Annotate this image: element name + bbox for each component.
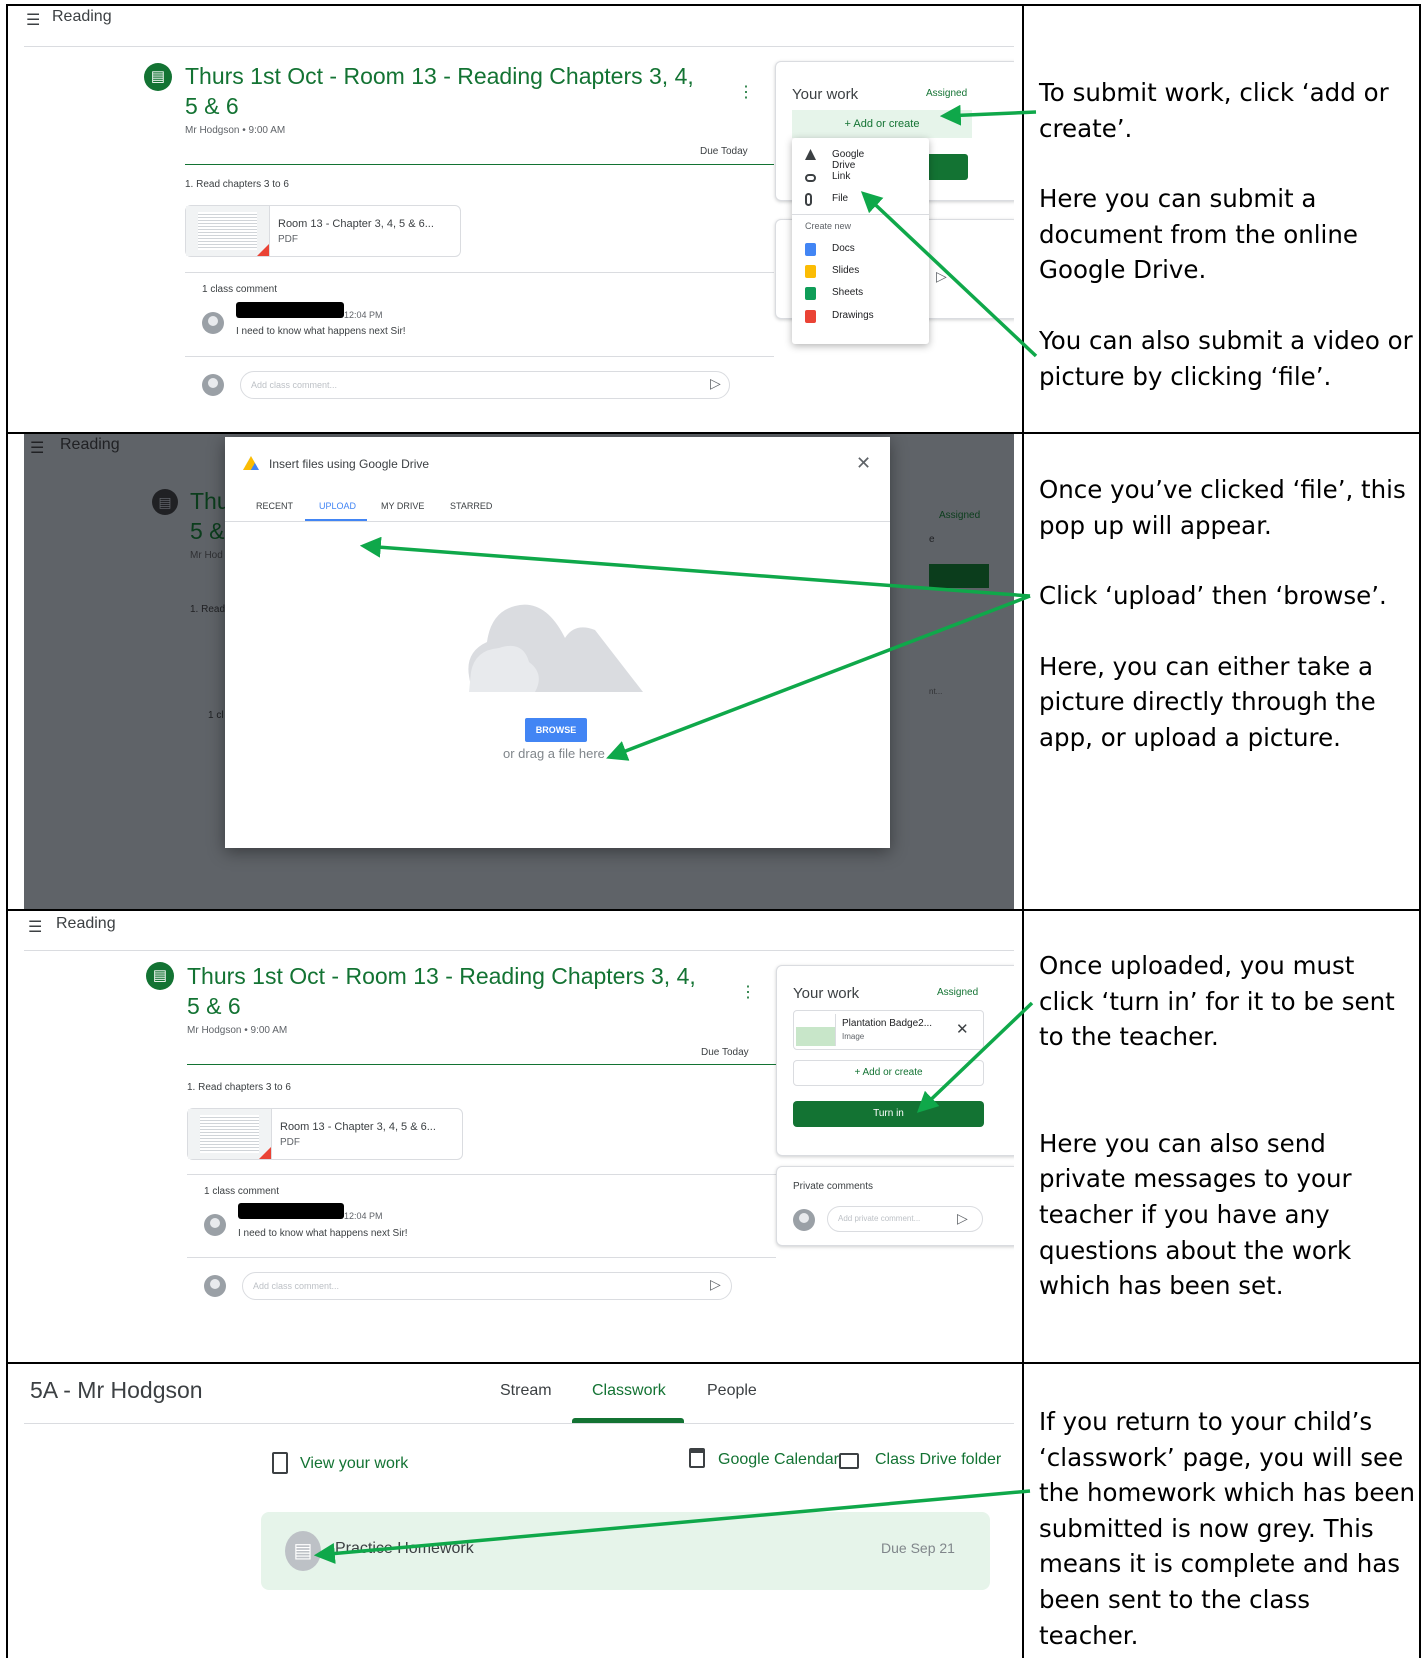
arrow-browse xyxy=(606,594,1031,761)
annotation-arrows xyxy=(313,104,1038,1564)
arrow-upload-tab xyxy=(359,536,1031,598)
arrow-completed-item xyxy=(313,1489,1031,1564)
arrow-turn-in xyxy=(916,1001,1034,1113)
arrow-file xyxy=(860,191,1038,358)
arrow-add-or-create xyxy=(939,104,1037,126)
